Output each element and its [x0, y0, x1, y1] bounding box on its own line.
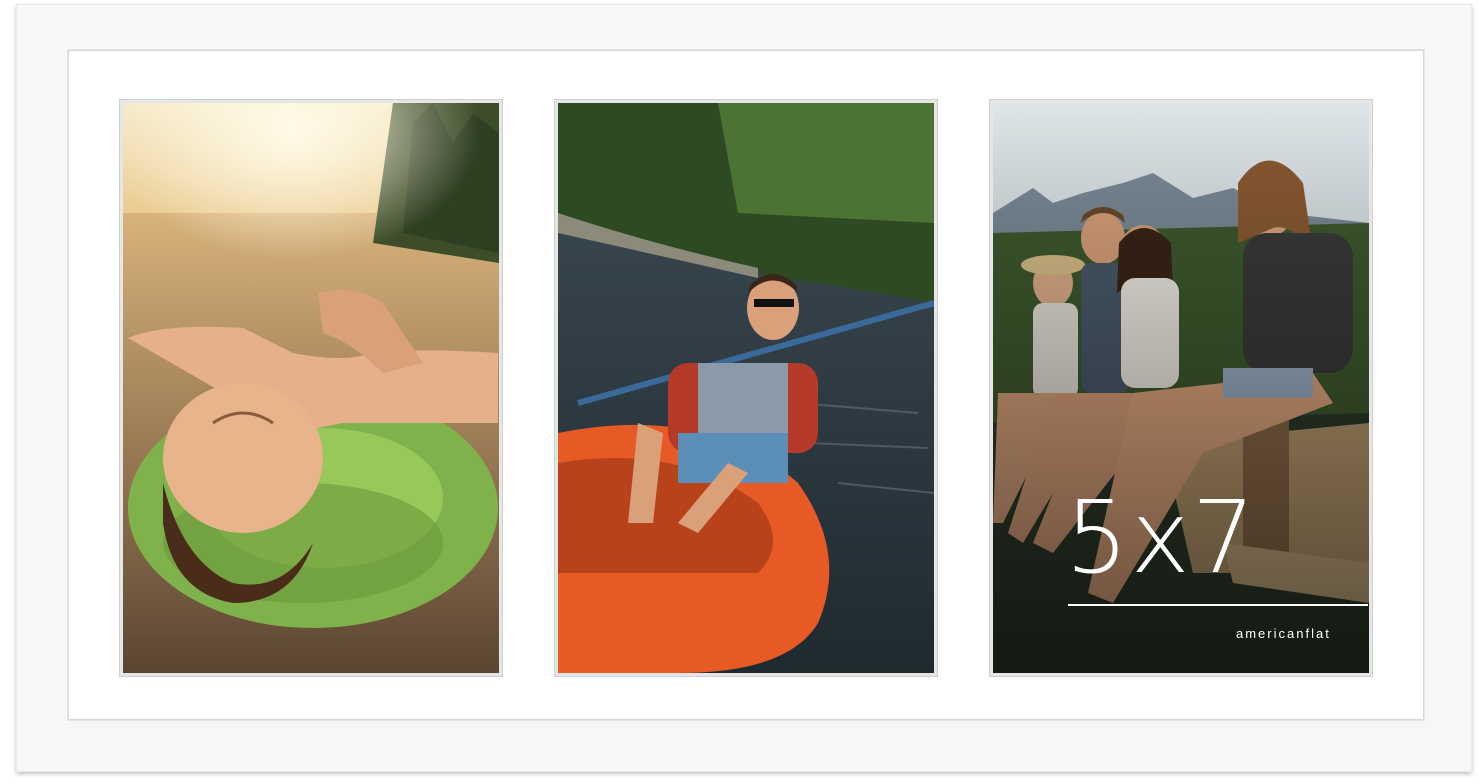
photo-kayak: [558, 103, 934, 673]
photo-opening-2: [555, 100, 937, 676]
brand-label: americanflat: [1236, 626, 1331, 641]
photo-opening-1: [120, 100, 502, 676]
photo-lake-float: [123, 103, 499, 673]
size-label: 5x7: [1065, 479, 1258, 596]
caption-divider: [1068, 604, 1368, 606]
